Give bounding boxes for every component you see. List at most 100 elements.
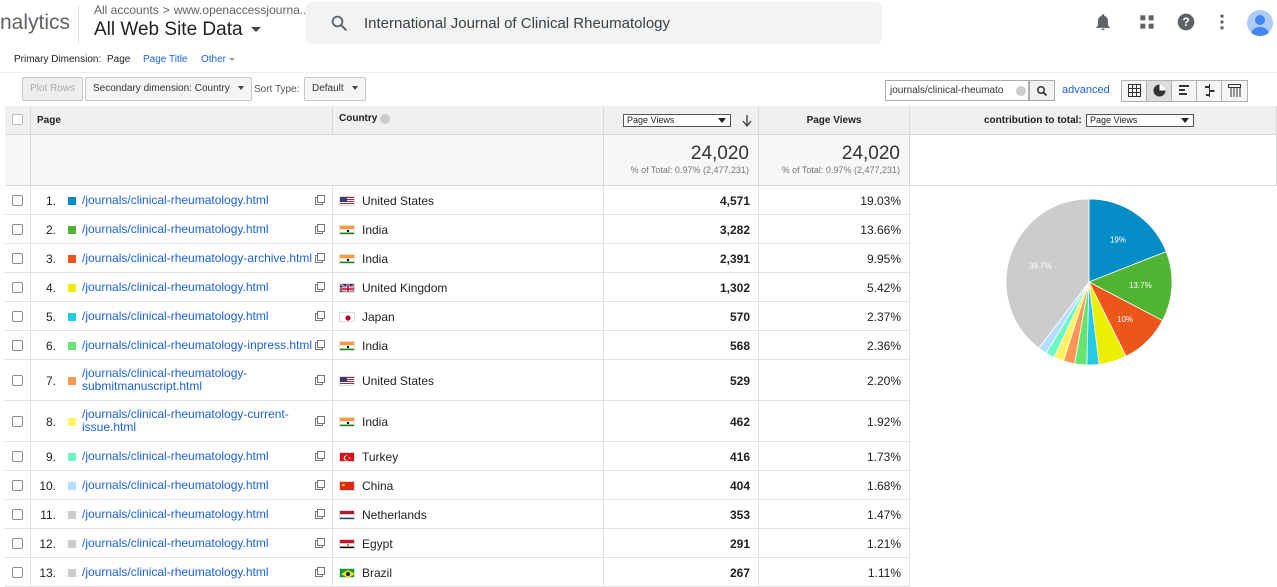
dimension-other[interactable]: Other [201, 54, 236, 65]
property-selector[interactable]: All Web Site Data [94, 19, 261, 41]
page-link[interactable]: /journals/clinical-rheumatology.html [82, 280, 316, 294]
help-icon[interactable]: ? [1176, 12, 1196, 32]
plot-rows-button[interactable]: Plot Rows [22, 77, 84, 101]
country-name: India [362, 222, 389, 237]
page-views-percent: 1.68% [866, 478, 901, 493]
page-link[interactable]: /journals/clinical-rheumatology.html [82, 507, 316, 521]
more-vert-icon[interactable] [1212, 12, 1232, 32]
remove-icon[interactable] [380, 114, 390, 124]
row-checkbox[interactable] [12, 415, 23, 427]
page-link[interactable]: /journals/clinical-rheumatology.html [82, 193, 316, 207]
breadcrumb-separator: > [162, 3, 170, 17]
row-checkbox[interactable] [12, 508, 23, 520]
page-views-value: 4,571 [719, 193, 750, 208]
series-color-swatch [68, 312, 76, 321]
open-external-icon[interactable] [315, 479, 325, 490]
sort-arrow-down-icon[interactable] [742, 115, 752, 127]
page-views-percent: 1.73% [866, 449, 901, 464]
advanced-filter-link[interactable]: advanced [1062, 84, 1110, 96]
series-color-swatch [68, 341, 76, 350]
row-checkbox[interactable] [12, 281, 23, 293]
row-checkbox[interactable] [12, 194, 23, 206]
breadcrumb-root[interactable]: All accounts [94, 3, 159, 17]
row-rank: 6. [45, 338, 56, 353]
page-link[interactable]: /journals/clinical-rheumatology-submitma… [82, 366, 316, 393]
metric-column-header[interactable]: Page Views [604, 106, 759, 135]
country-name: United States [362, 373, 435, 388]
open-external-icon[interactable] [315, 281, 325, 292]
page-link[interactable]: /journals/clinical-rheumatology.html [82, 536, 316, 550]
dimension-other-label: Other [201, 54, 227, 65]
row-rank: 12. [39, 536, 56, 551]
page-link[interactable]: /journals/clinical-rheumatology.html [82, 222, 316, 236]
bell-icon[interactable] [1093, 12, 1113, 32]
sort-type-select[interactable]: Default [304, 77, 366, 101]
page-link[interactable]: /journals/clinical-rheumatology-inpress.… [82, 338, 316, 352]
breadcrumb[interactable]: All accounts > www.openaccessjourna... [94, 3, 310, 17]
page-column-header[interactable]: Page [31, 106, 333, 135]
view-pie-button[interactable] [1147, 81, 1172, 101]
open-external-icon[interactable] [315, 339, 325, 350]
row-checkbox[interactable] [12, 537, 23, 549]
filter-search-button[interactable] [1029, 80, 1055, 101]
view-pivot-button[interactable] [1222, 81, 1247, 101]
open-external-icon[interactable] [315, 415, 325, 426]
row-checkbox[interactable] [12, 374, 23, 386]
row-checkbox[interactable] [12, 566, 23, 578]
view-bar-button[interactable] [1172, 81, 1197, 101]
row-checkbox[interactable] [12, 339, 23, 351]
open-external-icon[interactable] [315, 374, 325, 385]
open-external-icon[interactable] [315, 566, 325, 577]
filter-input[interactable]: journals/clinical-rheumato [885, 80, 1029, 101]
avatar[interactable] [1247, 10, 1273, 36]
totals-spacer [5, 135, 31, 186]
page-link[interactable]: /journals/clinical-rheumatology.html [82, 478, 316, 492]
page-link[interactable]: /journals/clinical-rheumatology-archive.… [82, 251, 316, 265]
open-external-icon[interactable] [315, 508, 325, 519]
clear-icon[interactable] [1016, 86, 1026, 96]
row-rank: 10. [39, 478, 56, 493]
row-checkbox[interactable] [12, 223, 23, 235]
open-external-icon[interactable] [315, 223, 325, 234]
open-external-icon[interactable] [315, 194, 325, 205]
page-link[interactable]: /journals/clinical-rheumatology.html [82, 309, 316, 323]
open-external-icon[interactable] [315, 252, 325, 263]
page-link[interactable]: /journals/clinical-rheumatology.html [82, 565, 316, 579]
dimension-page[interactable]: Page [107, 54, 130, 65]
country-name: China [362, 478, 394, 493]
search-input[interactable]: International Journal of Clinical Rheuma… [364, 15, 670, 32]
chevron-down-icon [237, 86, 244, 91]
contribution-pie-chart: 19% 13.7% 10% 39.7% [1005, 198, 1173, 366]
dimension-page-title[interactable]: Page Title [143, 54, 187, 65]
page-link[interactable]: /journals/clinical-rheumatology.html [82, 449, 316, 463]
select-all-checkbox[interactable] [12, 114, 23, 125]
comparison-icon [1205, 84, 1215, 97]
country-flag-icon [339, 480, 355, 491]
row-checkbox[interactable] [12, 252, 23, 264]
search-bar[interactable]: International Journal of Clinical Rheuma… [306, 2, 882, 44]
open-external-icon[interactable] [315, 310, 325, 321]
row-checkbox[interactable] [12, 450, 23, 462]
pie-slice-label: 10% [1117, 315, 1133, 324]
country-column-header[interactable]: Country [333, 106, 604, 135]
page-views-column-header[interactable]: Page Views [759, 106, 910, 135]
row-checkbox[interactable] [12, 479, 23, 491]
view-table-button[interactable] [1122, 81, 1147, 101]
breadcrumb-account[interactable]: www.openaccessjourna... [174, 3, 310, 17]
open-external-icon[interactable] [315, 537, 325, 548]
metric-select-value: Page Views [627, 115, 675, 125]
view-comparison-button[interactable] [1197, 81, 1222, 101]
secondary-dimension-select[interactable]: Secondary dimension: Country [85, 77, 252, 101]
contribution-select[interactable]: Page Views [1086, 114, 1194, 127]
country-name: United Kingdom [362, 280, 448, 295]
row-rank: 1. [45, 193, 56, 208]
apps-grid-icon[interactable] [1137, 12, 1157, 32]
metric-select[interactable]: Page Views [623, 114, 731, 127]
report-toolbar: Plot Rows Secondary dimension: Country S… [0, 72, 1277, 104]
row-checkbox[interactable] [12, 310, 23, 322]
table-row: 6. /journals/clinical-rheumatology-inpre… [5, 331, 910, 360]
table-row: 8. /journals/clinical-rheumatology-curre… [5, 401, 910, 442]
page-link[interactable]: /journals/clinical-rheumatology-current-… [82, 407, 316, 434]
open-external-icon[interactable] [315, 450, 325, 461]
table-row: 4. /journals/clinical-rheumatology.html … [5, 273, 910, 302]
